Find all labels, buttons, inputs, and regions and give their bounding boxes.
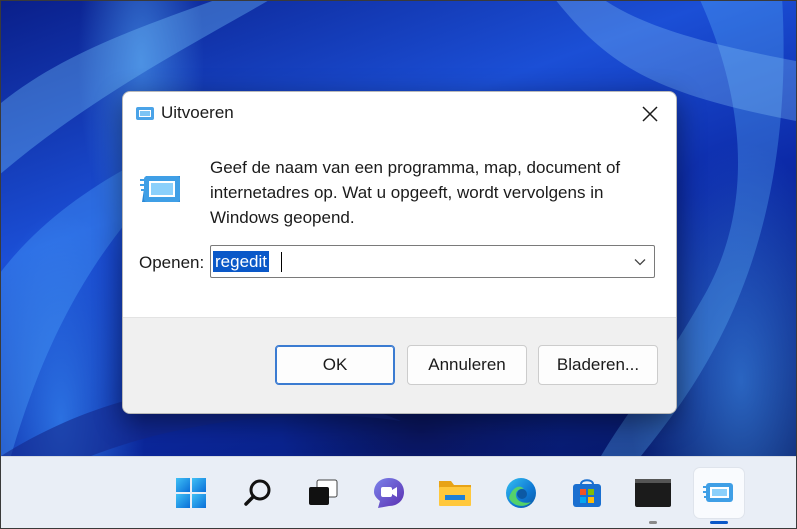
dialog-message: Geef de naam van een programma, map, doc… [210,158,621,227]
edge-icon [506,478,536,508]
folder-icon [439,481,471,506]
store-icon [573,479,601,507]
search-button[interactable] [233,468,283,518]
open-label: Openen: [139,253,205,272]
dialog-title: Uitvoeren [161,103,234,122]
taskbar [1,456,796,528]
chat-icon [374,478,404,508]
edge-button[interactable] [496,468,546,518]
running-indicator [649,521,657,524]
terminal-icon [635,479,671,507]
cancel-button[interactable]: Annuleren [407,345,527,385]
file-explorer-button[interactable] [430,468,480,518]
chat-button[interactable] [364,468,414,518]
run-icon [135,105,155,123]
button-area: OK Annuleren Bladeren... [123,317,676,413]
run-taskbar-button[interactable] [694,468,744,524]
title-bar[interactable]: Uitvoeren [123,92,676,136]
terminal-button[interactable] [628,468,678,524]
search-icon [244,479,271,506]
chevron-down-icon[interactable] [634,255,646,267]
store-button[interactable] [562,468,612,518]
ok-button[interactable]: OK [275,345,395,385]
open-input[interactable]: regedit [213,251,269,272]
windows-logo-icon [176,478,206,508]
browse-button[interactable]: Bladeren... [538,345,658,385]
open-combobox[interactable]: regedit [210,245,655,278]
active-indicator [710,521,728,524]
close-button[interactable] [630,98,670,130]
start-button[interactable] [166,468,216,518]
run-dialog: Uitvoeren Geef de naam van een programma… [122,91,677,414]
run-icon [703,483,733,502]
run-program-icon [139,172,184,208]
close-icon [642,106,658,122]
text-caret [281,252,282,272]
task-view-icon [309,479,338,505]
task-view-button[interactable] [298,468,348,518]
desktop: Uitvoeren Geef de naam van een programma… [0,0,797,529]
